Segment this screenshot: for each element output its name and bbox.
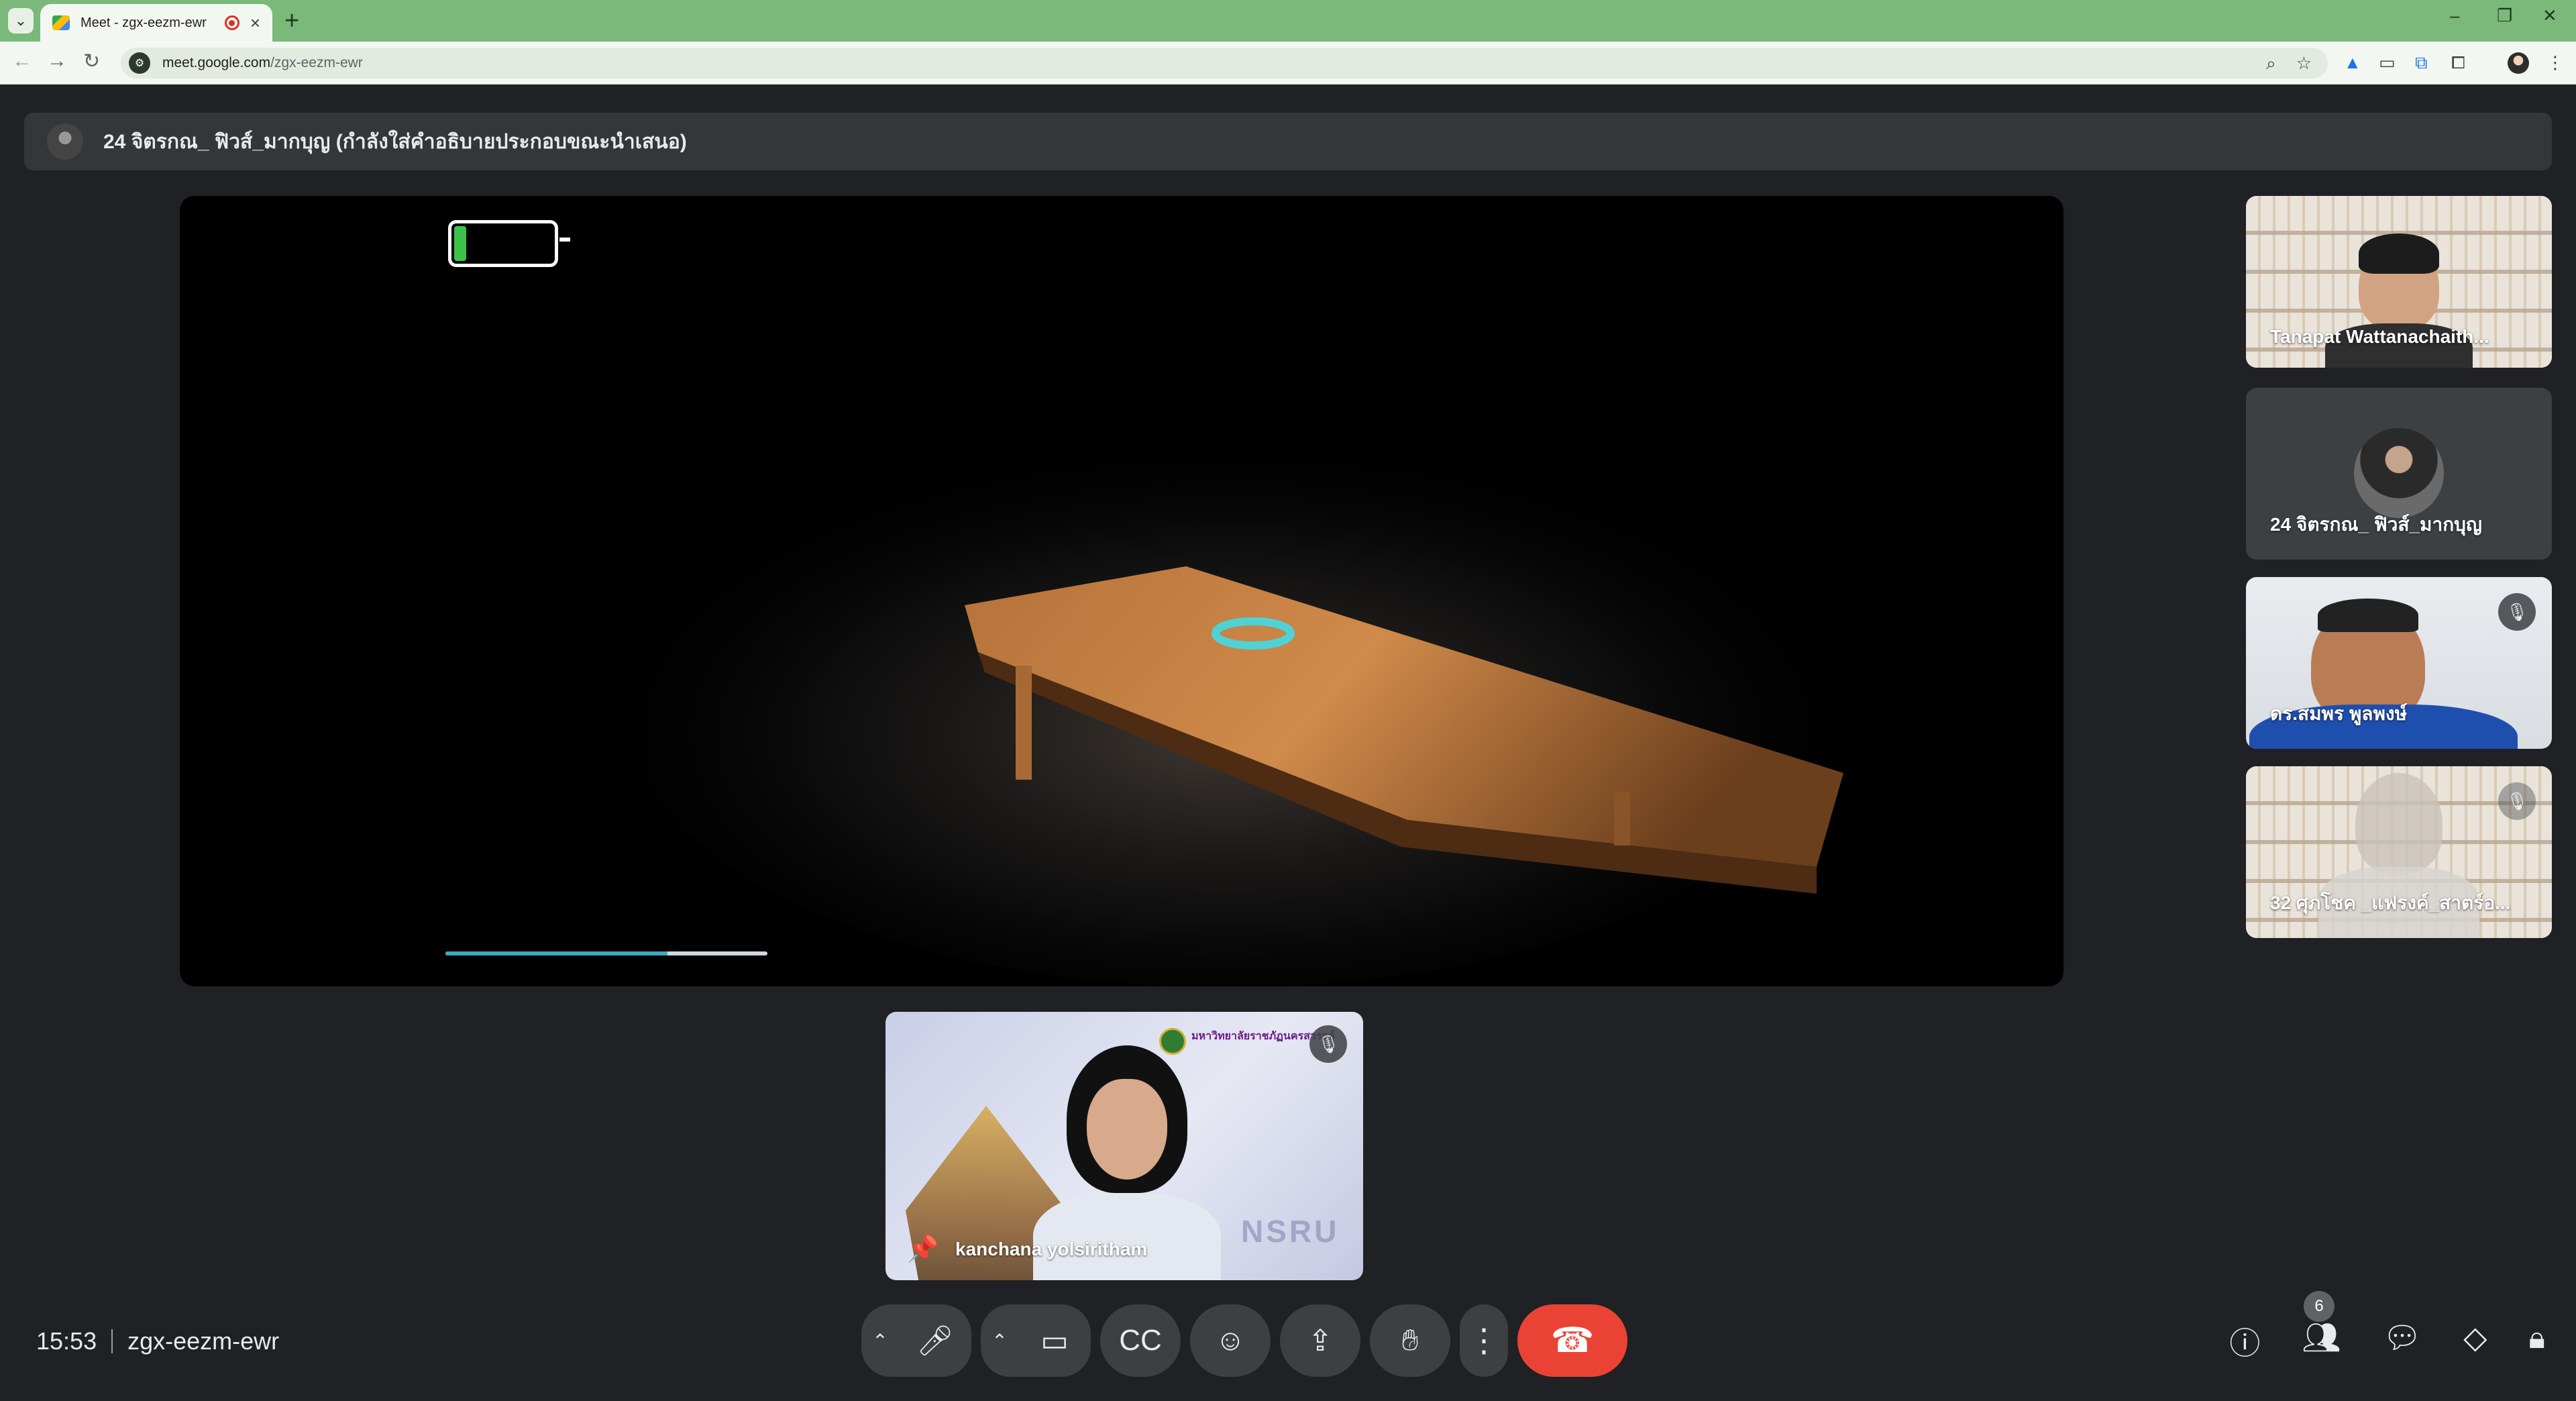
recording-icon [224, 15, 239, 30]
participant-tile[interactable]: Tanapat Wattanachaith... [2246, 196, 2552, 368]
back-icon[interactable]: ← [12, 50, 32, 72]
extension-icon[interactable]: ▭ [2379, 52, 2396, 73]
mic-control-group: ⌃ 🎤︎ [861, 1304, 971, 1377]
browser-tab-bar: ⌄ Meet - zgx-eezm-ewr × + – ❐ ✕ [0, 0, 2576, 42]
zoom-icon[interactable]: ⌕ [2266, 53, 2276, 74]
participant-name: 24 จิตรกณ_ ฟิวส์_มากบุญ [2270, 514, 2482, 535]
browser-toolbar: ← → ↻ ⚙ meet.google.com/zgx-eezm-ewr ⌕ ☆… [0, 42, 2576, 85]
call-controls: ⌃ 🎤︎ ⌃ ▭ CC ☺ ⇪ ✋︎ ⋮ ☎︎ [861, 1304, 1627, 1377]
presenter-banner: 24 จิตรกณ_ ฟิวส์_มากบุญ (กำลังใส่คำอธิบา… [24, 113, 2552, 170]
side-panel-controls: ⓘ 👥︎ 💬︎ ◇ 🔒︎ [2229, 1319, 2545, 1363]
presentation-scene [623, 424, 1843, 986]
brand-watermark: NSRU [1241, 1214, 1340, 1249]
participant-name: ดร.สมพร พูลพงษ์ [2270, 703, 2408, 724]
browser-tab[interactable]: Meet - zgx-eezm-ewr × [40, 4, 272, 42]
meet-favicon-icon [52, 15, 70, 30]
clock-time: 15:53 [36, 1327, 97, 1355]
participant-avatar [2354, 428, 2444, 518]
reactions-button[interactable]: ☺ [1190, 1304, 1271, 1377]
participant-tile[interactable]: 24 จิตรกณ_ ฟิวส์_มากบุญ [2246, 388, 2552, 560]
captions-button[interactable]: CC [1100, 1304, 1181, 1377]
pinned-participant-tile[interactable]: มหาวิทยาลัยราชภัฏนครสวรรค์ NSRU 🎙 📌 kanc… [885, 1012, 1363, 1280]
people-icon[interactable]: 👥︎ [2302, 1319, 2341, 1363]
minimize-button[interactable]: – [2450, 5, 2459, 26]
participant-tile[interactable]: 🎙 ดร.สมพร พูลพงษ์ [2246, 577, 2552, 749]
video-progress-bar[interactable] [445, 951, 767, 955]
presentation-stage[interactable] [180, 196, 2063, 986]
more-options-button[interactable]: ⋮ [1460, 1304, 1508, 1377]
mic-off-icon: 🎙 [2498, 782, 2536, 820]
address-bar[interactable]: ⚙ meet.google.com/zgx-eezm-ewr ⌕ ☆ [121, 48, 2328, 79]
tab-title: Meet - zgx-eezm-ewr [80, 15, 207, 30]
divider [111, 1329, 113, 1353]
activities-icon[interactable]: ◇ [2463, 1319, 2487, 1363]
reload-icon[interactable]: ↻ [83, 50, 100, 73]
leave-call-button[interactable]: ☎︎ [1517, 1304, 1627, 1377]
participant-name: Tanapat Wattanachaith... [2270, 326, 2489, 347]
restore-button[interactable]: ❐ [2497, 5, 2512, 26]
bookmark-star-icon[interactable]: ☆ [2296, 53, 2312, 74]
mic-off-icon: 🎙 [1309, 1025, 1347, 1063]
raise-hand-button[interactable]: ✋︎ [1370, 1304, 1450, 1377]
meeting-info: 15:53 zgx-eezm-ewr [36, 1327, 279, 1355]
tab-close-icon[interactable]: × [250, 13, 260, 34]
url-text: meet.google.com/zgx-eezm-ewr [162, 55, 363, 70]
drive-extension-icon[interactable]: ▲ [2344, 52, 2361, 73]
mic-off-icon: 🎙 [2498, 593, 2536, 631]
meeting-details-icon[interactable]: ⓘ [2229, 1319, 2260, 1363]
profile-avatar[interactable] [2508, 52, 2529, 74]
presenter-label: 24 จิตรกณ_ ฟิวส์_มากบุญ (กำลังใส่คำอธิบา… [103, 130, 687, 153]
battery-annotation [448, 220, 558, 267]
participant-tile[interactable]: 🎙 32 ศุภโชค _แฟรงค์_สาตร์อ... [2246, 766, 2552, 938]
chat-icon[interactable]: 💬︎ [2383, 1319, 2422, 1363]
camera-button[interactable]: ▭ [1018, 1304, 1091, 1377]
participant-name: 32 ศุภโชค _แฟรงค์_สาตร์อ... [2270, 892, 2511, 913]
meeting-code: zgx-eezm-ewr [127, 1327, 280, 1355]
tab-search-icon[interactable]: ⌄ [8, 8, 34, 34]
microphone-button[interactable]: 🎤︎ [899, 1304, 971, 1377]
close-window-button[interactable]: ✕ [2542, 5, 2557, 26]
pin-icon[interactable]: 📌 [907, 1235, 938, 1264]
presenter-avatar [47, 123, 83, 160]
camera-control-group: ⌃ ▭ [981, 1304, 1091, 1377]
extensions-puzzle-icon[interactable]: ⧠ [2451, 52, 2465, 74]
table-leg [1614, 792, 1630, 845]
table-leg [1016, 666, 1032, 780]
participant-name: kanchana yolsiritham [955, 1239, 1148, 1259]
translate-extension-icon[interactable]: ⧉ [2415, 52, 2428, 74]
browser-menu-icon[interactable]: ⋮ [2546, 52, 2564, 73]
present-screen-button[interactable]: ⇪ [1280, 1304, 1360, 1377]
people-count-badge: 6 [2304, 1291, 2334, 1322]
video-options-chevron-icon[interactable]: ⌃ [981, 1304, 1018, 1377]
new-tab-button[interactable]: + [284, 7, 299, 36]
audio-options-chevron-icon[interactable]: ⌃ [861, 1304, 899, 1377]
forward-icon[interactable]: → [47, 50, 67, 72]
host-controls-icon[interactable]: 🔒︎ [2529, 1319, 2545, 1363]
site-info-icon[interactable]: ⚙ [129, 52, 150, 74]
